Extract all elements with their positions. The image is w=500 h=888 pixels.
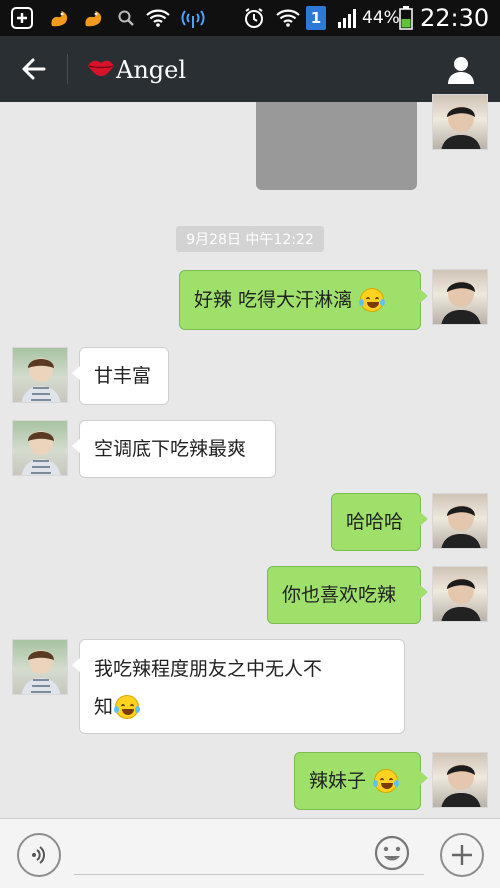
battery-percent: 44% (362, 8, 400, 28)
input-bar (0, 818, 500, 888)
avatar[interactable] (432, 566, 488, 622)
message-bubble[interactable]: 空调底下吃辣最爽 (72, 420, 276, 478)
message-text-line: 知 (94, 696, 114, 718)
message-bubble[interactable]: 好辣 吃得大汗淋漓 (179, 270, 428, 330)
chat-title: Angel (116, 56, 187, 84)
message-bubble[interactable]: 甘丰富 (72, 347, 169, 405)
message-text: 辣妹子 (309, 770, 367, 792)
person-icon (448, 57, 474, 84)
message-text: 好辣 吃得大汗淋漓 (194, 289, 353, 311)
wifi-icon (144, 6, 172, 30)
back-arrow-icon (22, 58, 46, 80)
signal-broadcast-icon (180, 6, 206, 30)
message-text: 空调底下吃辣最爽 (94, 438, 247, 460)
squirrel-icon (46, 6, 72, 30)
clock: 22:30 (420, 4, 490, 32)
back-button[interactable] (14, 52, 54, 86)
more-button[interactable] (440, 833, 484, 877)
avatar[interactable] (432, 493, 488, 549)
message-text: 哈哈哈 (346, 511, 404, 533)
message-bubble[interactable]: 我吃辣程度朋友之中无人不 知 (72, 639, 405, 734)
squirrel-icon (80, 6, 106, 30)
search-icon (116, 6, 136, 30)
smiley-icon (374, 835, 410, 871)
laugh-cry-emoji (359, 288, 386, 312)
profile-button[interactable] (442, 52, 480, 88)
timestamp: 9月28日 中午12:22 (176, 226, 324, 252)
chat-area[interactable]: 9月28日 中午12:22 好辣 吃得大汗淋漓 甘丰富 空调底下吃辣最爽 哈哈哈… (0, 94, 500, 818)
lips-icon (86, 56, 116, 80)
header-divider (67, 54, 68, 84)
battery-icon (398, 6, 414, 30)
message-text-line: 我吃辣程度朋友之中无人不 (94, 658, 323, 680)
laugh-cry-emoji (373, 769, 400, 793)
message-bubble[interactable]: 辣妹子 (294, 752, 428, 810)
message-bubble[interactable]: 哈哈哈 (331, 493, 428, 551)
voice-button[interactable] (17, 833, 61, 877)
wifi-icon (274, 6, 302, 30)
message-text: 你也喜欢吃辣 (282, 584, 397, 606)
avatar[interactable] (12, 639, 68, 695)
emoji-button[interactable] (372, 833, 412, 873)
laugh-cry-emoji (114, 695, 141, 719)
message-bubble[interactable]: 你也喜欢吃辣 (267, 566, 428, 624)
avatar[interactable] (432, 94, 488, 150)
chat-header: Angel (0, 36, 500, 102)
add-icon (10, 6, 34, 30)
image-message[interactable] (256, 102, 417, 190)
alarm-icon (242, 6, 266, 30)
message-text: 甘丰富 (94, 365, 152, 387)
voice-icon (32, 846, 45, 864)
avatar[interactable] (432, 269, 488, 325)
sim-badge: 1 (306, 6, 326, 30)
avatar[interactable] (12, 347, 68, 403)
signal-bars-icon (336, 6, 360, 30)
avatar[interactable] (12, 420, 68, 476)
status-bar: 1 44% 22:30 (0, 0, 500, 36)
avatar[interactable] (432, 752, 488, 808)
plus-icon (452, 845, 472, 865)
